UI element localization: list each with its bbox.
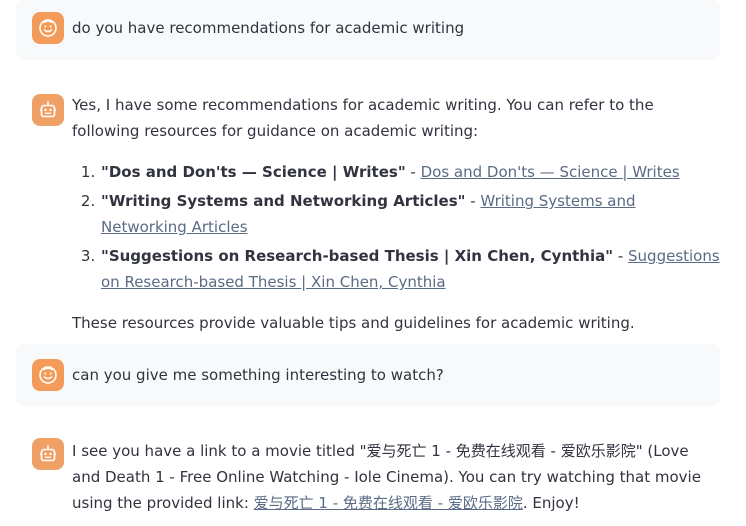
message-content: can you give me something interesting to… [72,362,720,388]
user-avatar [32,12,64,44]
assistant-message: Yes, I have some recommendations for aca… [16,80,720,332]
separator: - [405,163,421,181]
message-intro: Yes, I have some recommendations for aca… [72,96,654,140]
message-text: do you have recommendations for academic… [72,19,465,37]
smiley-face-icon [39,19,57,37]
resource-title: "Dos and Don'ts — Science | Writes" [101,163,406,181]
resource-link[interactable]: Dos and Don'ts — Science | Writes [421,163,680,181]
user-message: can you give me something interesting to… [16,344,720,406]
list-item: "Writing Systems and Networking Articles… [100,188,720,240]
chat-container: do you have recommendations for academic… [0,0,746,526]
assistant-avatar [32,438,64,470]
separator: - [613,247,629,265]
user-avatar [32,359,64,391]
list-item: "Suggestions on Research-based Thesis | … [100,243,720,295]
resource-list: "Dos and Don'ts — Science | Writes" - Do… [72,159,720,295]
message-content: I see you have a link to a movie titled … [72,438,720,516]
separator: - [465,192,481,210]
message-text-after: . Enjoy! [522,494,580,512]
user-message: do you have recommendations for academic… [16,0,720,60]
assistant-message: I see you have a link to a movie titled … [16,426,720,526]
list-item: "Dos and Don'ts — Science | Writes" - Do… [100,159,720,185]
message-text: I see you have a link to a movie titled … [72,438,720,516]
message-outro: These resources provide valuable tips an… [72,314,635,332]
message-content: Yes, I have some recommendations for aca… [72,92,720,336]
movie-link[interactable]: 爱与死亡 1 - 免费在线观看 - 爱欧乐影院 [254,494,523,512]
message-content: do you have recommendations for academic… [72,15,720,41]
resource-title: "Writing Systems and Networking Articles… [101,192,466,210]
smiley-face-icon [39,366,57,384]
robot-face-icon [39,445,57,462]
resource-title: "Suggestions on Research-based Thesis | … [101,247,614,265]
robot-face-icon [39,101,57,118]
assistant-avatar [32,94,64,126]
message-text: can you give me something interesting to… [72,366,444,384]
